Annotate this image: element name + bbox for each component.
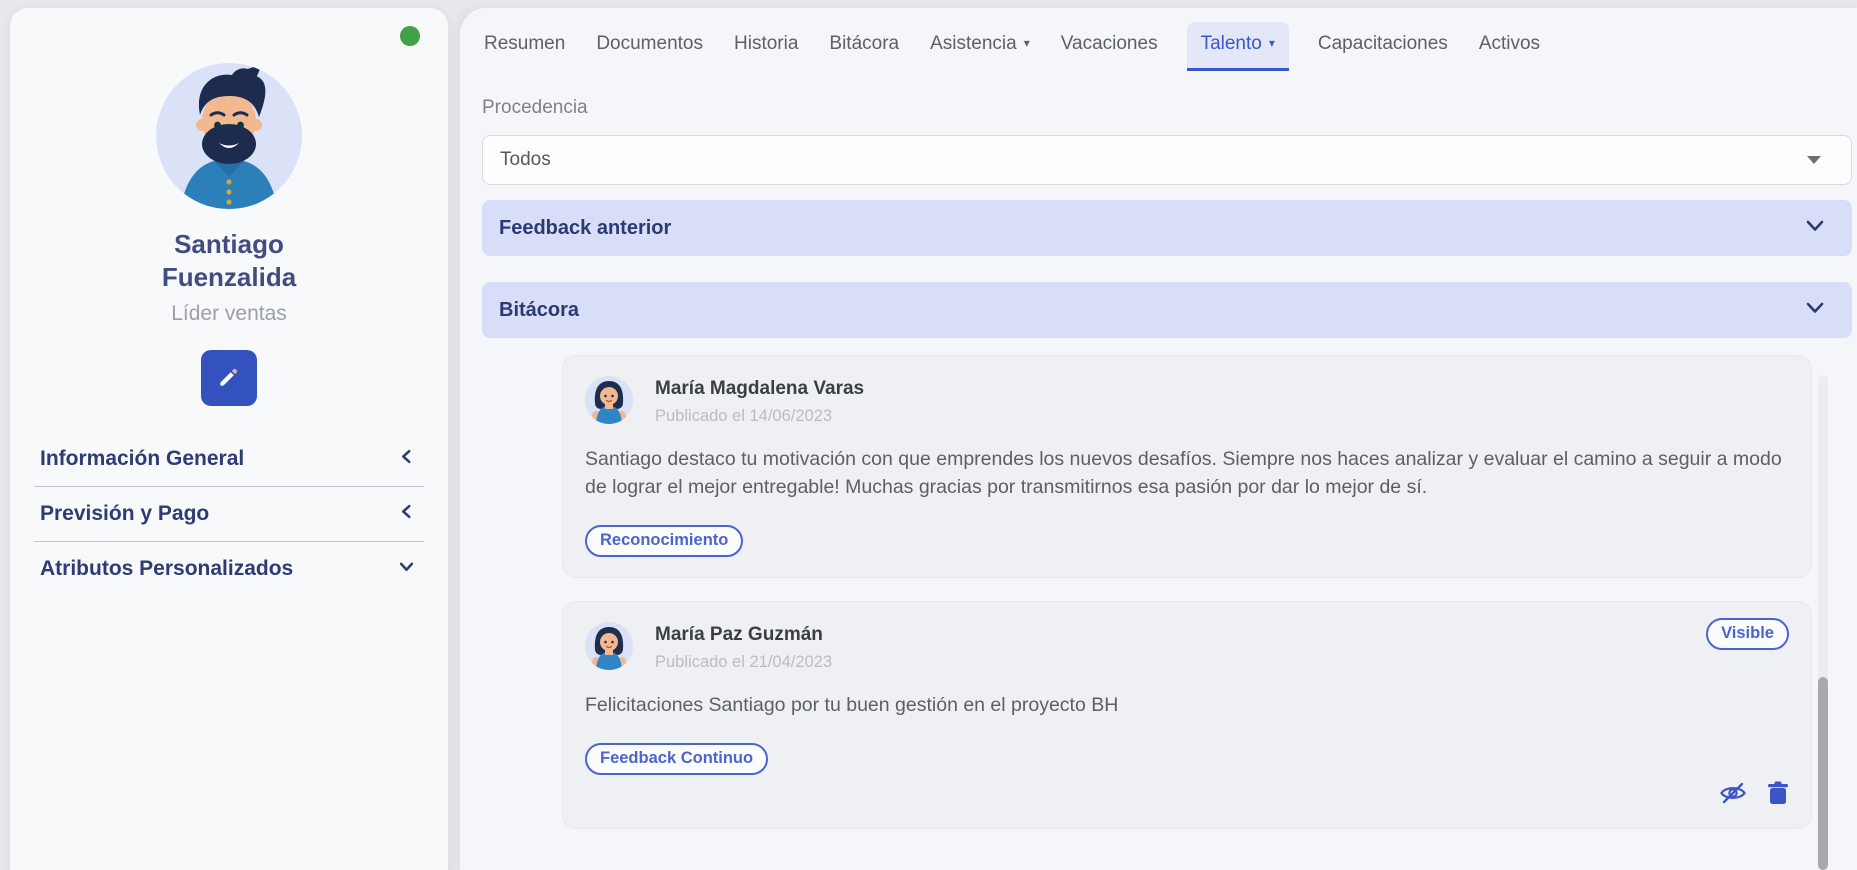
chevron-down-icon	[1806, 219, 1824, 237]
delete-post-button[interactable]	[1767, 781, 1789, 808]
pencil-icon	[216, 364, 242, 393]
profile-tabs: Resumen Documentos Historia Bitácora Asi…	[460, 8, 1857, 71]
visibility-badge: Visible	[1706, 618, 1789, 650]
tab-talento[interactable]: Talento▾	[1187, 22, 1289, 71]
post-author-name: María Paz Guzmán	[655, 622, 832, 646]
selected-value: Todos	[500, 149, 551, 171]
caret-down-icon: ▾	[1269, 36, 1275, 50]
procedencia-label: Procedencia	[482, 97, 1852, 119]
post-published-date: Publicado el 14/06/2023	[655, 407, 864, 426]
sidebar-item-informacion-general[interactable]: Información General	[10, 432, 448, 486]
chevron-left-icon	[399, 449, 414, 469]
post-author-name: María Magdalena Varas	[655, 376, 864, 400]
chevron-down-icon	[1806, 301, 1824, 319]
tab-activos[interactable]: Activos	[1477, 22, 1542, 71]
chevron-left-icon	[399, 504, 414, 524]
bitacora-scrollbar[interactable]	[1818, 375, 1828, 870]
sidebar-item-atributos-personalizados[interactable]: Atributos Personalizados	[10, 542, 448, 596]
eye-off-icon	[1719, 781, 1747, 808]
edit-profile-button[interactable]	[201, 350, 257, 406]
employee-name: Santiago Fuenzalida	[10, 228, 448, 294]
author-avatar	[585, 622, 633, 675]
tab-vacaciones[interactable]: Vacaciones	[1059, 22, 1160, 71]
tab-historia[interactable]: Historia	[732, 22, 800, 71]
employee-avatar	[156, 63, 302, 214]
procedencia-select[interactable]: Todos	[482, 135, 1852, 185]
hide-post-button[interactable]	[1719, 781, 1747, 808]
employee-sidebar: Santiago Fuenzalida Líder ventas Informa…	[10, 8, 448, 870]
tab-asistencia[interactable]: Asistencia▾	[928, 22, 1032, 71]
caret-down-icon	[1807, 156, 1821, 164]
feedback-anterior-section-header[interactable]: Feedback anterior	[482, 200, 1852, 256]
post-body-text: Felicitaciones Santiago por tu buen gest…	[585, 691, 1789, 719]
employee-role: Líder ventas	[10, 302, 448, 326]
author-avatar	[585, 376, 633, 429]
post-category-tag: Reconocimiento	[585, 525, 743, 557]
sidebar-menu: Información General Previsión y Pago Atr…	[10, 432, 448, 596]
bitacora-posts-list: María Magdalena Varas Publicado el 14/06…	[562, 355, 1812, 829]
bitacora-post: Visible	[562, 601, 1812, 829]
sidebar-item-prevision-y-pago[interactable]: Previsión y Pago	[10, 487, 448, 541]
chevron-down-icon	[399, 559, 414, 579]
tab-bitacora[interactable]: Bitácora	[827, 22, 901, 71]
post-body-text: Santiago destaco tu motivación con que e…	[585, 445, 1789, 501]
caret-down-icon: ▾	[1024, 36, 1030, 50]
tab-capacitaciones[interactable]: Capacitaciones	[1316, 22, 1450, 71]
scrollbar-thumb[interactable]	[1818, 677, 1828, 870]
bitacora-section-header[interactable]: Bitácora	[482, 282, 1852, 338]
trash-icon	[1767, 781, 1789, 808]
bitacora-post: María Magdalena Varas Publicado el 14/06…	[562, 355, 1812, 578]
tab-resumen[interactable]: Resumen	[482, 22, 567, 71]
main-panel: Resumen Documentos Historia Bitácora Asi…	[460, 8, 1857, 870]
online-status-dot	[400, 26, 420, 46]
post-category-tag: Feedback Continuo	[585, 743, 768, 775]
post-published-date: Publicado el 21/04/2023	[655, 653, 832, 672]
tab-documentos[interactable]: Documentos	[594, 22, 705, 71]
